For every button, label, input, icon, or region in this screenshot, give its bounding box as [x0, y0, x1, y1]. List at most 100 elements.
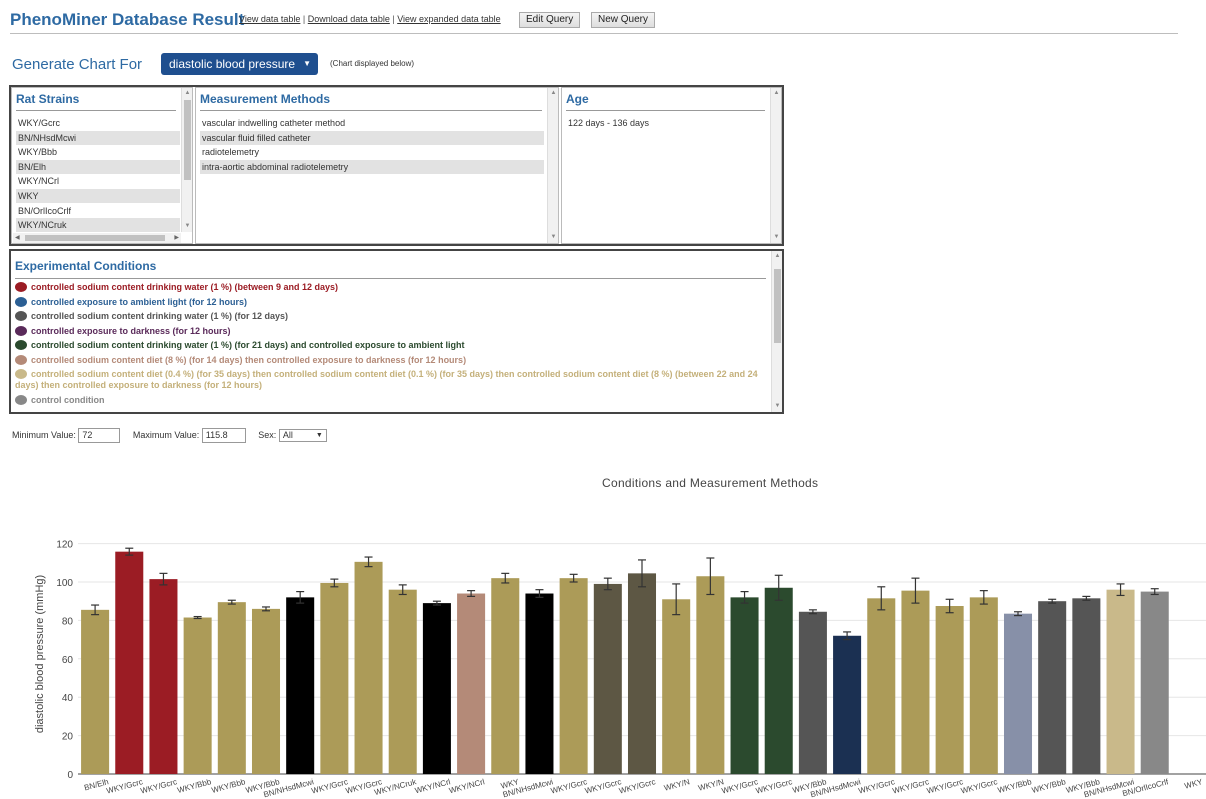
scroll-thumb[interactable]: [774, 269, 781, 343]
scroll-up-icon[interactable]: ▲: [772, 251, 783, 262]
max-value-input[interactable]: 115.8: [201, 428, 246, 443]
view-data-table-link[interactable]: View data table: [239, 14, 300, 24]
bar: [559, 578, 588, 774]
bar: [422, 603, 451, 774]
legend-dot-icon: [15, 282, 27, 292]
divider: [200, 110, 542, 111]
strain-list-item[interactable]: BN/Elh: [16, 159, 180, 174]
legend-dot-icon: [15, 325, 27, 336]
condition-item[interactable]: controlled exposure to ambient light (fo…: [15, 296, 760, 308]
bar: [115, 551, 144, 774]
scroll-down-icon[interactable]: ▼: [771, 232, 781, 243]
divider: [15, 278, 766, 279]
strain-list-item[interactable]: BN/OrlIcoCrlf: [16, 204, 180, 218]
age-list-item[interactable]: 122 days - 136 days: [566, 116, 766, 130]
rat-strains-title: Rat Strains: [16, 92, 80, 106]
x-tick-label: WKY/Gcrc: [857, 777, 895, 795]
strain-list-item[interactable]: WKY/NCruk: [16, 218, 180, 233]
scroll-thumb[interactable]: [25, 235, 165, 241]
condition-item[interactable]: controlled sodium content diet (8 %) (fo…: [15, 354, 760, 366]
vertical-scrollbar[interactable]: ▲ ▼: [771, 251, 782, 412]
bar: [730, 597, 759, 774]
measurement-methods-title: Measurement Methods: [200, 92, 331, 106]
header-links: View data table | Download data table | …: [239, 14, 501, 24]
age-panel: Age 122 days - 136 days ▲ ▼: [561, 87, 782, 244]
scroll-up-icon[interactable]: ▲: [771, 88, 781, 99]
rat-strains-panel: Rat Strains WKY/Gcrc BN/NHsdMcwi WKY/Bbb BN…: [11, 87, 193, 244]
strain-list-item[interactable]: WKY: [16, 189, 180, 203]
strain-list-item[interactable]: WKY/Bbb: [16, 145, 180, 159]
bar: [1140, 591, 1169, 774]
vertical-scrollbar[interactable]: ▲ ▼: [181, 88, 192, 232]
x-tick-label: WKY/Bbb: [997, 777, 1033, 795]
condition-label: control condition: [31, 395, 105, 405]
scroll-up-icon[interactable]: ▲: [548, 88, 558, 99]
horizontal-scrollbar[interactable]: ◀ ▶: [13, 233, 181, 243]
min-value-input[interactable]: 72: [78, 428, 121, 443]
strain-list-item[interactable]: BN/NHsdMcwi: [16, 130, 180, 145]
scroll-down-icon[interactable]: ▼: [548, 232, 558, 243]
bar: [286, 597, 315, 774]
vertical-scrollbar[interactable]: ▲ ▼: [770, 88, 781, 243]
min-value-label: Minimum Value:: [12, 429, 76, 440]
condition-item[interactable]: controlled sodium content drinking water…: [15, 282, 760, 293]
sex-select[interactable]: All ▼: [278, 429, 327, 442]
x-tick-label: WKY/Gcrc: [755, 777, 793, 795]
new-query-button[interactable]: New Query: [591, 12, 656, 28]
bar: [251, 608, 281, 774]
method-list-item[interactable]: radiotelemetry: [200, 145, 544, 159]
y-tick-label: 60: [62, 655, 74, 666]
edit-query-button[interactable]: Edit Query: [519, 12, 581, 28]
x-tick-label: WKY/Gcrc: [721, 777, 759, 795]
scroll-down-icon[interactable]: ▼: [772, 401, 783, 412]
bar: [935, 606, 964, 774]
x-tick-label: WKY/Gcrc: [550, 777, 588, 795]
link-separator: |: [392, 14, 395, 24]
condition-item[interactable]: control condition: [15, 395, 760, 406]
y-tick-label: 40: [62, 693, 74, 704]
bar: [696, 576, 725, 774]
x-tick-label: WKY/Bbb: [176, 777, 212, 795]
y-axis-label: diastolic blood pressure (mmHg): [34, 575, 46, 733]
x-tick-label: WKY/NCrl: [414, 777, 452, 795]
method-list-item[interactable]: intra-aortic abdominal radiotelemetry: [200, 159, 544, 174]
method-list-item[interactable]: vascular indwelling catheter method: [200, 116, 544, 130]
method-list-item[interactable]: vascular fluid filled catheter: [200, 130, 544, 145]
legend-dot-icon: [15, 340, 27, 350]
view-expanded-table-link[interactable]: View expanded data table: [397, 14, 500, 24]
bar: [798, 611, 827, 774]
y-tick-label: 20: [62, 732, 74, 743]
download-data-table-link[interactable]: Download data table: [308, 14, 390, 24]
strain-list-item[interactable]: WKY/NCrl: [16, 174, 180, 188]
condition-item[interactable]: controlled sodium content drinking water…: [15, 311, 760, 322]
x-tick-label: WKY/Bbb: [1031, 777, 1067, 795]
strain-list-item[interactable]: WKY/Gcrc: [16, 116, 180, 130]
condition-item[interactable]: controlled exposure to darkness (for 12 …: [15, 325, 760, 337]
scroll-down-icon[interactable]: ▼: [182, 221, 192, 232]
scroll-up-icon[interactable]: ▲: [182, 88, 192, 99]
bar: [149, 579, 178, 774]
sex-label: Sex:: [258, 429, 277, 440]
measurement-select[interactable]: diastolic blood pressure ▼: [161, 53, 318, 75]
bar: [388, 589, 417, 774]
y-tick-label: 120: [56, 540, 73, 551]
scroll-left-icon[interactable]: ◀: [15, 233, 20, 243]
bar: [217, 602, 246, 774]
bar: [1003, 613, 1033, 774]
vertical-scrollbar[interactable]: ▲ ▼: [547, 88, 558, 243]
bar: [627, 573, 657, 774]
y-tick-label: 100: [56, 578, 73, 589]
condition-item[interactable]: controlled sodium content drinking water…: [15, 340, 760, 351]
x-tick-label: WKY/Gcrc: [140, 777, 178, 795]
condition-item[interactable]: controlled sodium content diet (0.4 %) (…: [15, 369, 760, 391]
bar-chart: 0 20 40 60 80 100 120 diastolic blood pressure …: [34, 540, 1206, 799]
condition-label: controlled sodium content drinking water…: [31, 311, 289, 321]
x-tick-label: WKY/Gcrc: [618, 777, 656, 795]
bar: [183, 617, 212, 774]
legend-dot-icon: [15, 395, 27, 405]
bar: [1038, 601, 1067, 774]
bar: [81, 609, 110, 774]
value-filters: Minimum Value: 72 Maximum Value: 115.8 S…: [12, 428, 327, 443]
scroll-thumb[interactable]: [184, 100, 191, 180]
scroll-right-icon[interactable]: ▶: [174, 233, 179, 243]
